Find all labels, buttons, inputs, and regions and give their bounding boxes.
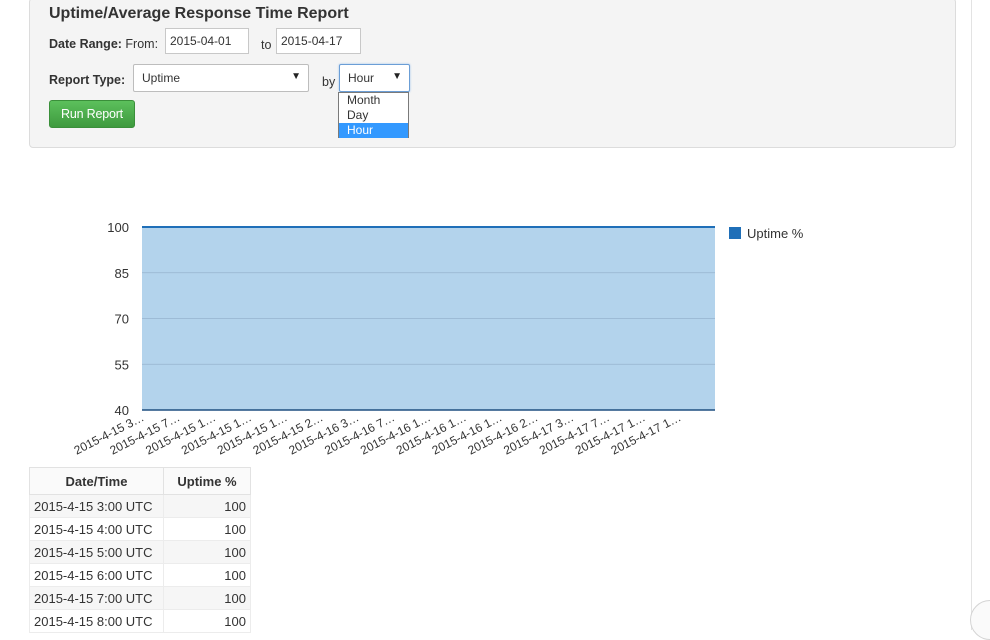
cell-uptime: 100 xyxy=(163,517,251,541)
uptime-table: Date/Time Uptime % 2015-4-15 3:00 UTC 10… xyxy=(29,467,251,633)
cell-uptime: 100 xyxy=(163,494,251,518)
cell-uptime: 100 xyxy=(163,586,251,610)
cell-uptime: 100 xyxy=(163,540,251,564)
y-tick-label: 100 xyxy=(107,220,129,235)
table-row: 2015-4-15 8:00 UTC 100 xyxy=(29,609,251,633)
y-tick-label: 40 xyxy=(115,403,129,418)
table-row: 2015-4-15 7:00 UTC 100 xyxy=(29,586,251,610)
chat-widget-button[interactable] xyxy=(970,600,990,640)
y-tick-label: 85 xyxy=(115,266,129,281)
legend-label: Uptime % xyxy=(747,226,804,241)
column-header-datetime[interactable]: Date/Time xyxy=(29,467,164,495)
y-tick-label: 70 xyxy=(115,312,129,327)
table-row: 2015-4-15 4:00 UTC 100 xyxy=(29,517,251,541)
cell-datetime: 2015-4-15 6:00 UTC xyxy=(29,563,164,587)
table-row: 2015-4-15 5:00 UTC 100 xyxy=(29,540,251,564)
cell-datetime: 2015-4-15 4:00 UTC xyxy=(29,517,164,541)
cell-datetime: 2015-4-15 5:00 UTC xyxy=(29,540,164,564)
cell-uptime: 100 xyxy=(163,563,251,587)
y-tick-label: 55 xyxy=(115,357,129,372)
legend-swatch xyxy=(729,227,741,239)
column-header-uptime[interactable]: Uptime % xyxy=(163,467,251,495)
cell-uptime: 100 xyxy=(163,609,251,633)
cell-datetime: 2015-4-15 7:00 UTC xyxy=(29,586,164,610)
table-row: 2015-4-15 6:00 UTC 100 xyxy=(29,563,251,587)
cell-datetime: 2015-4-15 8:00 UTC xyxy=(29,609,164,633)
table-row: 2015-4-15 3:00 UTC 100 xyxy=(29,494,251,518)
cell-datetime: 2015-4-15 3:00 UTC xyxy=(29,494,164,518)
uptime-chart: 100857055402015-4-15 3…2015-4-15 7…2015-… xyxy=(72,220,804,458)
